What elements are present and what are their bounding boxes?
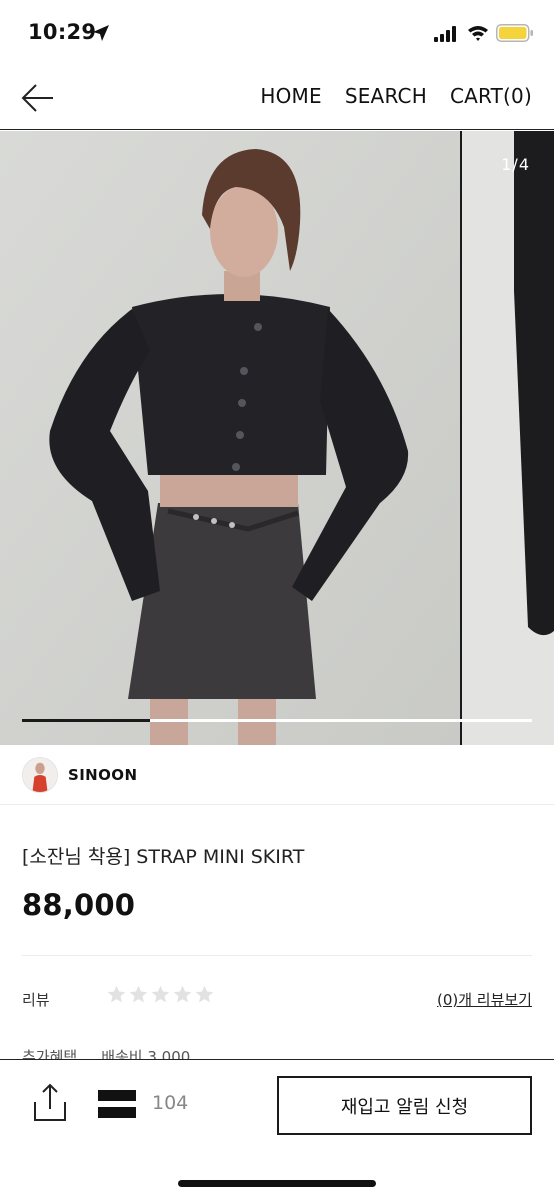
review-label: 리뷰 [22,991,50,1009]
nav-links: HOME SEARCH CART(0) [260,84,532,108]
nav-cart-link[interactable]: CART(0) [450,84,532,108]
bottom-action-bar: 104 재입고 알림 신청 [0,1059,554,1200]
gallery-progress-bar [22,719,532,722]
star-icon [195,985,214,1003]
nav-search-link[interactable]: SEARCH [345,84,427,108]
star-icon [129,985,148,1003]
product-price: 88,000 [22,888,136,922]
star-icon [173,985,192,1003]
wifi-icon [468,26,488,41]
arrow-left-icon[interactable] [18,80,58,116]
like-count: 104 [152,1092,189,1114]
seller-name[interactable]: SINOON [68,766,137,784]
seller-avatar[interactable] [22,757,58,793]
seller-row[interactable]: SINOON [0,745,554,805]
review-stars [106,984,215,1005]
top-nav-bar: HOME SEARCH CART(0) [0,66,554,130]
status-bar: 10:29 [0,0,554,66]
like-icon[interactable] [98,1088,136,1120]
view-reviews-link[interactable]: (0)개 리뷰보기 [437,989,532,1010]
product-title: [소잔님 착용] STRAP MINI SKIRT [22,846,305,868]
signal-icon [434,26,456,42]
star-icon [107,985,126,1003]
next-product-photo [462,131,554,745]
section-divider [22,955,532,956]
home-indicator [178,1180,376,1187]
product-image-gallery[interactable]: 1/4 [0,131,554,745]
page-indicator: 1/4 [501,155,530,174]
gallery-progress-fill [22,719,150,722]
share-icon[interactable] [30,1082,70,1124]
star-icon [151,985,170,1003]
status-time: 10:29 [28,20,97,44]
product-photo [0,131,460,745]
restock-notify-button[interactable]: 재입고 알림 신청 [277,1076,532,1135]
nav-home-link[interactable]: HOME [260,84,321,108]
battery-icon [496,24,533,42]
location-arrow-icon [93,25,109,41]
